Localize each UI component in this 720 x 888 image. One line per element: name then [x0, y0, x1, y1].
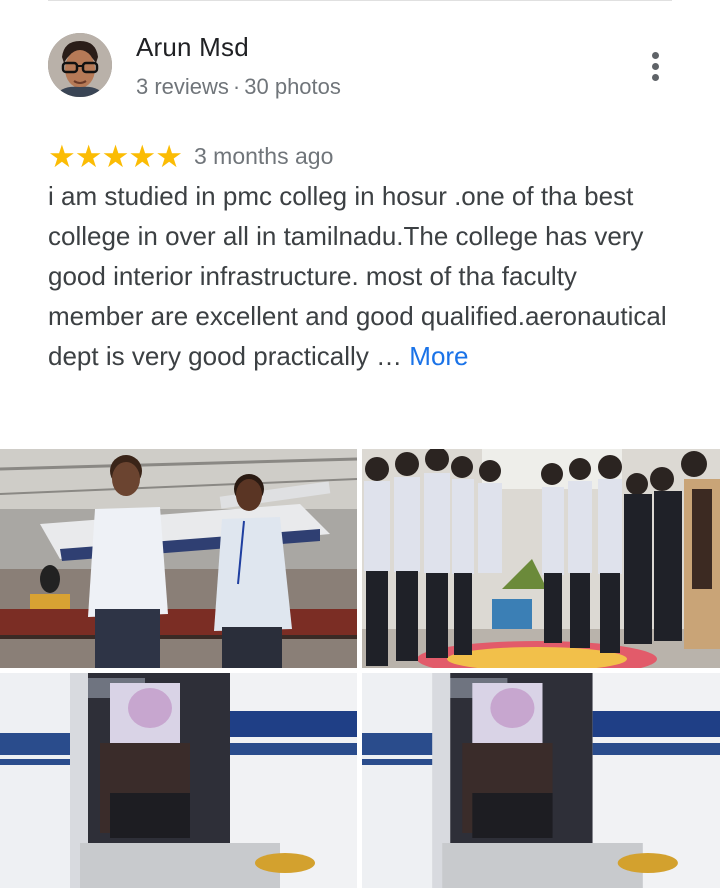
star-rating: ★ ★ ★ ★ ★	[48, 138, 183, 174]
star-icon: ★	[155, 138, 183, 174]
review-photo[interactable]	[362, 449, 720, 668]
author-name[interactable]: Arun Msd	[136, 32, 249, 63]
review-photo[interactable]	[362, 673, 720, 888]
photo-image	[362, 673, 720, 888]
photo-image	[0, 673, 357, 888]
photo-count: 30 photos	[244, 74, 341, 99]
rating-row: ★ ★ ★ ★ ★ 3 months ago	[48, 138, 333, 174]
photo-image	[362, 449, 720, 668]
top-divider	[48, 0, 672, 1]
star-icon: ★	[101, 138, 130, 174]
review-body: i am studied in pmc colleg in hosur .one…	[48, 181, 667, 371]
photo-image	[0, 449, 357, 668]
photo-grid	[0, 449, 720, 888]
avatar-image	[48, 33, 112, 97]
overflow-dot	[652, 52, 659, 59]
review-date: 3 months ago	[193, 142, 334, 169]
review-count: 3 reviews	[136, 74, 229, 99]
meta-separator: ·	[232, 74, 241, 99]
overflow-dot	[652, 74, 659, 81]
review-photo[interactable]	[0, 673, 357, 888]
avatar[interactable]	[48, 33, 112, 97]
overflow-dot	[652, 63, 659, 70]
review-text: i am studied in pmc colleg in hosur .one…	[48, 176, 678, 376]
more-link[interactable]: More	[409, 341, 468, 371]
review-photo[interactable]	[0, 449, 357, 668]
star-icon: ★	[128, 138, 157, 174]
more-vert-icon[interactable]	[636, 46, 676, 86]
author-meta: 3 reviews · 30 photos	[136, 74, 341, 100]
star-icon: ★	[48, 138, 76, 174]
star-icon: ★	[74, 138, 103, 174]
